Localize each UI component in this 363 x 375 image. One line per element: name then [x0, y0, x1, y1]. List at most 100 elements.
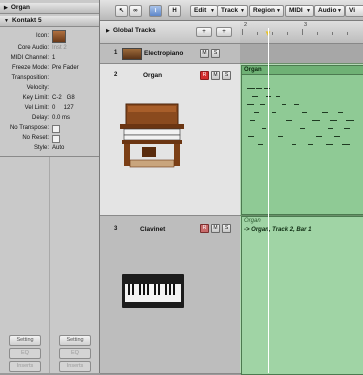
track-icon-thumbnail[interactable] [52, 30, 66, 43]
track-header-clavinet[interactable]: 3 Clavinet R M S [100, 216, 240, 374]
global-tracks-header[interactable]: ▶ Global Tracks + + [100, 21, 240, 44]
midi-note[interactable] [262, 128, 266, 129]
setting-button-right[interactable]: Setting [59, 335, 91, 346]
param-value[interactable]: 0.0 ms [52, 114, 70, 123]
param-no-reset[interactable]: No Reset: [0, 134, 99, 143]
track-header-organ[interactable]: 2 Organ R M S [100, 64, 240, 216]
param-freeze-mode[interactable]: Freeze Mode: Pre Fader [0, 64, 99, 73]
track-name[interactable]: Clavinet [140, 226, 165, 233]
midi-note[interactable] [256, 88, 262, 89]
midi-note[interactable] [276, 96, 280, 97]
midi-note[interactable] [250, 120, 255, 121]
track-lane-electropiano[interactable] [240, 44, 363, 64]
disclosure-triangle-icon[interactable]: ▶ [106, 28, 110, 34]
midi-region-organ[interactable]: Organ [241, 65, 363, 215]
midi-note[interactable] [286, 120, 292, 121]
midi-menu[interactable]: MIDI ▼ [285, 5, 314, 17]
midi-note[interactable] [252, 96, 258, 97]
midi-note[interactable] [326, 144, 333, 145]
view-menu[interactable]: Vi [345, 5, 363, 17]
param-value[interactable]: C-2 G8 [52, 94, 75, 103]
midi-note[interactable] [248, 136, 254, 137]
record-enable-button[interactable]: R [200, 224, 209, 233]
mute-button[interactable]: M [200, 49, 209, 58]
solo-button[interactable]: S [222, 71, 231, 80]
bar-ruler[interactable]: 2 3 ▼ [240, 21, 363, 44]
midi-note[interactable] [338, 112, 343, 113]
region-menu[interactable]: Region ▼ [249, 5, 284, 17]
midi-note[interactable] [272, 112, 276, 113]
midi-note[interactable] [292, 144, 296, 145]
midi-note[interactable] [300, 128, 305, 129]
region-inspector-header[interactable]: ▶ Organ [0, 3, 99, 14]
param-transposition[interactable]: Transposition: [0, 74, 99, 83]
eq-button-right[interactable]: EQ [59, 348, 91, 359]
param-value[interactable]: Pre Fader [52, 64, 79, 73]
midi-note[interactable] [308, 144, 313, 145]
track-menu[interactable]: Track ▼ [217, 5, 248, 17]
param-label: No Transpose: [9, 125, 49, 131]
midi-note[interactable] [302, 112, 307, 113]
midi-note[interactable] [247, 88, 255, 89]
no-transpose-checkbox[interactable] [52, 125, 60, 133]
eq-button-left[interactable]: EQ [9, 348, 41, 359]
param-key-limit[interactable]: Key Limit: C-2 G8 [0, 94, 99, 103]
param-icon[interactable]: Icon: [0, 30, 99, 43]
midi-note[interactable] [328, 128, 333, 129]
param-label: Freeze Mode: [11, 65, 49, 71]
midi-note[interactable] [330, 120, 337, 121]
add-folder-button[interactable]: + [216, 27, 232, 37]
param-midi-channel[interactable]: MIDI Channel: 1 [0, 54, 99, 63]
record-enable-button[interactable]: R [200, 71, 209, 80]
param-velocity[interactable]: Velocity: [0, 84, 99, 93]
disclosure-triangle-icon[interactable]: ▶ [4, 3, 8, 13]
track-name[interactable]: Organ [143, 72, 162, 79]
param-value[interactable]: Inst 2 [52, 44, 67, 53]
plugin-inspector-header[interactable]: ▼ Kontakt 5 [0, 16, 99, 27]
hide-button[interactable]: H [168, 5, 181, 17]
param-vel-limit[interactable]: Vel Limit: 0 127 [0, 104, 99, 113]
setting-button-left[interactable]: Setting [9, 335, 41, 346]
solo-button[interactable]: S [211, 49, 220, 58]
midi-note[interactable] [334, 136, 340, 137]
midi-note[interactable] [260, 104, 265, 105]
param-value[interactable]: 0 127 [52, 104, 74, 113]
mute-button[interactable]: M [211, 224, 220, 233]
midi-note[interactable] [254, 112, 259, 113]
midi-note[interactable] [258, 144, 263, 145]
midi-note[interactable] [278, 136, 283, 137]
midi-note[interactable] [264, 88, 270, 89]
playhead-line[interactable] [268, 28, 269, 373]
midi-note[interactable] [344, 128, 350, 129]
param-value[interactable]: 1 [52, 54, 55, 63]
midi-note[interactable] [312, 120, 320, 121]
midi-note[interactable] [294, 104, 299, 105]
param-no-transpose[interactable]: No Transpose: [0, 124, 99, 133]
edit-menu[interactable]: Edit ▼ [190, 5, 218, 17]
inserts-button-right[interactable]: Inserts [59, 361, 91, 372]
track-name[interactable]: Electropiano [144, 50, 183, 57]
midi-note[interactable] [322, 112, 328, 113]
midi-note[interactable] [316, 136, 322, 137]
inserts-button-left[interactable]: Inserts [9, 361, 41, 372]
alias-region-organ[interactable]: Organ -> Organ, Track 2, Bar 1 [241, 216, 363, 375]
ruler-tick [257, 32, 258, 35]
param-core-audio[interactable]: Core Audio: Inst 2 [0, 44, 99, 53]
solo-button[interactable]: S [222, 224, 231, 233]
mute-button[interactable]: M [211, 71, 220, 80]
param-delay[interactable]: Delay: 0.0 ms [0, 114, 99, 123]
link-icon[interactable]: ∞ [129, 5, 142, 17]
disclosure-triangle-open-icon[interactable]: ▼ [4, 16, 9, 26]
add-track-button[interactable]: + [196, 27, 212, 37]
midi-note[interactable] [342, 144, 350, 145]
no-reset-checkbox[interactable] [52, 135, 60, 143]
param-style[interactable]: Style: Auto [0, 144, 99, 153]
track-header-electropiano[interactable]: 1 Electropiano M S [100, 44, 240, 64]
param-value[interactable]: Auto [52, 144, 64, 153]
audio-menu[interactable]: Audio ▼ [314, 5, 345, 17]
midi-note[interactable] [247, 104, 254, 105]
midi-note[interactable] [282, 104, 286, 105]
midi-note[interactable] [346, 120, 354, 121]
catch-icon[interactable]: ↖ [115, 5, 128, 17]
flex-tool-icon[interactable]: ≀ [149, 5, 162, 17]
